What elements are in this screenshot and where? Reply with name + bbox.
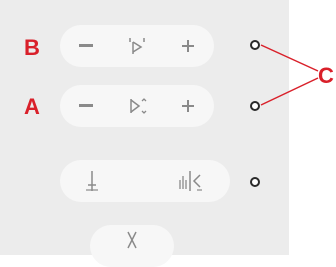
callout-c-leaders <box>260 44 319 106</box>
callout-c: C <box>318 63 334 88</box>
leader-line-to-a-indicator <box>260 77 319 106</box>
leader-line-to-b-indicator <box>260 44 319 72</box>
